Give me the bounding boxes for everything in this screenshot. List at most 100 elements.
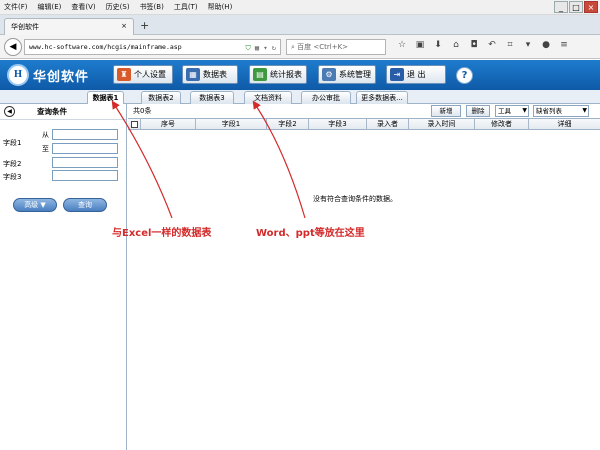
window-controls: _ □ × (553, 1, 598, 13)
chevron-down-icon: ▼ (582, 107, 587, 114)
chevron-down-icon[interactable]: ▾ (519, 40, 537, 50)
data-table-button[interactable]: ▦ 数据表 (182, 65, 238, 84)
grid-toolbar: 共0条 新增 删除 工具 ▼ 缺省列表 ▼ (128, 104, 600, 118)
to-label: 至 (42, 145, 49, 153)
tab-more-tables[interactable]: 更多数据表... (356, 91, 408, 104)
checkbox-icon (130, 121, 138, 128)
system-management-label: 系统管理 (339, 70, 371, 79)
hamburger-menu-icon[interactable]: ≡ (555, 40, 573, 50)
query-panel: ◀ 查询条件 字段1 从 至 字段2 字段3 高级 ▼ 查询 (0, 104, 127, 450)
close-tab-icon[interactable]: × (121, 22, 127, 32)
personal-settings-label: 个人设置 (134, 70, 166, 79)
clipboard-icon[interactable]: ▣ (411, 40, 429, 50)
advanced-button[interactable]: 高级 ▼ (13, 198, 57, 212)
field3-input[interactable] (52, 170, 118, 181)
url-bar[interactable]: www.hc-software.com/hcgis/mainframe.asp … (24, 39, 281, 55)
browser-tab-title: 华创软件 (11, 23, 39, 31)
field2-input[interactable] (52, 157, 118, 168)
chat-icon[interactable]: ● (537, 40, 555, 50)
url-bar-icons: ⛉ ▦ ▾ ↻ (245, 41, 276, 55)
gear-icon: ⚙ (322, 68, 336, 81)
annotation-documents: Word、ppt等放在这里 (256, 228, 365, 239)
tab-documents[interactable]: 文档资料 (244, 91, 292, 104)
back-arrow-icon: ◀ (9, 42, 17, 52)
browser-navbar: ◀ www.hc-software.com/hcgis/mainframe.as… (0, 35, 600, 59)
back-button[interactable]: ◀ (4, 38, 22, 56)
system-management-button[interactable]: ⚙ 系统管理 (318, 65, 376, 84)
pocket-icon[interactable]: ◘ (465, 40, 483, 50)
delete-button[interactable]: 删除 (466, 105, 490, 117)
column-header[interactable]: 录入者 (367, 119, 409, 130)
reload-icon[interactable]: ↻ (272, 44, 276, 52)
help-button[interactable]: ? (456, 67, 473, 84)
download-icon[interactable]: ⬇ (429, 40, 447, 50)
table-icon: ▦ (186, 68, 200, 81)
tab-office-approval[interactable]: 办公审批 (301, 91, 351, 104)
maximize-button[interactable]: □ (569, 1, 583, 13)
new-button[interactable]: 新增 (431, 105, 461, 117)
tab-data-table-3[interactable]: 数据表3 (190, 91, 234, 104)
menu-history[interactable]: 历史(S) (106, 2, 130, 12)
column-header[interactable]: 序号 (141, 119, 196, 130)
field1-to-input[interactable] (52, 143, 118, 154)
grid-panel: 共0条 新增 删除 工具 ▼ 缺省列表 ▼ 序号 字段1 字段2 字段3 录入者… (128, 104, 600, 450)
tools-select[interactable]: 工具 ▼ (495, 105, 529, 117)
query-button[interactable]: 查询 (63, 198, 107, 212)
minimize-button[interactable]: _ (554, 1, 568, 13)
tab-data-table-1[interactable]: 数据表1 (87, 91, 124, 105)
column-header[interactable]: 修改者 (475, 119, 529, 130)
column-header[interactable]: 字段2 (267, 119, 309, 130)
field3-label: 字段3 (3, 173, 22, 181)
statistics-report-button[interactable]: ▤ 统计报表 (249, 65, 307, 84)
grid-icon[interactable]: ▦ (255, 44, 259, 52)
column-header[interactable]: 录入时间 (409, 119, 475, 130)
url-text: www.hc-software.com/hcgis/mainframe.asp (29, 43, 182, 51)
logout-label: 退 出 (407, 70, 426, 79)
statistics-report-label: 统计报表 (270, 70, 302, 79)
dropdown-icon[interactable]: ▾ (263, 44, 267, 52)
search-icon: ⌕ (291, 43, 295, 51)
new-tab-button[interactable]: + (140, 19, 149, 32)
menu-view[interactable]: 查看(V) (71, 2, 95, 12)
shield-icon[interactable]: ⛉ (245, 44, 250, 52)
personal-settings-button[interactable]: ♜ 个人设置 (113, 65, 173, 84)
exit-icon: ⇥ (390, 68, 404, 81)
annotation-data-table: 与Excel一样的数据表 (112, 228, 212, 239)
browser-tabstrip: 华创软件 × + (0, 15, 600, 35)
star-icon[interactable]: ☆ (393, 40, 411, 50)
browser-tab[interactable]: 华创软件 × (4, 18, 134, 35)
undo-icon[interactable]: ↶ (483, 40, 501, 50)
menu-bookmarks[interactable]: 书签(B) (140, 2, 164, 12)
empty-grid-message: 没有符合查询条件的数据。 (313, 195, 397, 203)
tab-data-table-2[interactable]: 数据表2 (141, 91, 181, 104)
report-icon: ▤ (253, 68, 267, 81)
record-count: 共0条 (133, 107, 152, 115)
logout-button[interactable]: ⇥ 退 出 (386, 65, 446, 84)
menu-edit[interactable]: 编辑(E) (38, 2, 62, 12)
menu-tools[interactable]: 工具(T) (174, 2, 198, 12)
column-header[interactable]: 字段3 (309, 119, 367, 130)
select-all-checkbox[interactable] (128, 119, 141, 130)
field1-from-input[interactable] (52, 129, 118, 140)
tools-select-value: 工具 (498, 107, 511, 115)
logo-text: 华创软件 (33, 69, 90, 85)
browser-toolbar-icons: ☆ ▣ ⬇ ⌂ ◘ ↶ ⌗ ▾ ● ≡ (393, 40, 573, 50)
person-icon: ♜ (117, 68, 131, 81)
view-select[interactable]: 缺省列表 ▼ (533, 105, 589, 117)
collapse-left-icon[interactable]: ◀ (4, 106, 15, 117)
menu-help[interactable]: 帮助(H) (208, 2, 233, 12)
app-logo: H 华创软件 (7, 64, 89, 86)
chevron-down-icon: ▼ (522, 107, 527, 114)
home-icon[interactable]: ⌂ (447, 40, 465, 50)
column-header[interactable]: 字段1 (196, 119, 267, 130)
screenshot-icon[interactable]: ⌗ (501, 40, 519, 50)
query-panel-header: ◀ 查询条件 (0, 104, 126, 120)
browser-menubar: 文件(F) 编辑(E) 查看(V) 历史(S) 书签(B) 工具(T) 帮助(H… (0, 0, 600, 15)
view-select-value: 缺省列表 (536, 107, 562, 115)
search-input[interactable]: ⌕ 百度 <Ctrl+K> (286, 39, 386, 55)
column-header[interactable]: 详细 (529, 119, 600, 130)
close-window-button[interactable]: × (584, 1, 598, 13)
app-tabs: 数据表1 数据表2 数据表3 文档资料 办公审批 更多数据表... (0, 90, 600, 105)
logo-mark: H (7, 64, 29, 86)
menu-file[interactable]: 文件(F) (4, 2, 28, 12)
